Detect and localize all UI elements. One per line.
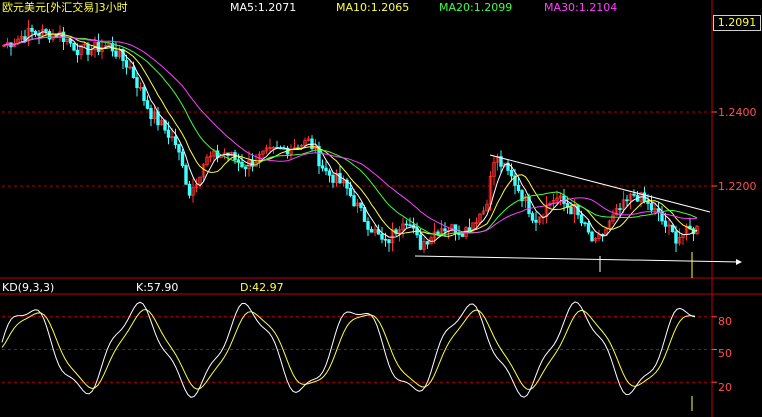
candle-body <box>404 223 409 226</box>
candle-body <box>460 233 465 237</box>
candle-body <box>30 27 34 32</box>
candle-body <box>243 166 248 170</box>
candle-body <box>408 224 412 227</box>
candle-body <box>47 30 52 40</box>
candle-body <box>331 174 335 183</box>
candle-body <box>418 234 423 250</box>
ma20-label: MA20:1.2099 <box>439 1 513 14</box>
ma10-line <box>3 32 698 237</box>
candle-body <box>359 202 363 208</box>
candle-body <box>44 29 48 32</box>
candle-body <box>467 227 472 232</box>
ma30-line <box>3 36 698 234</box>
candle-body <box>352 195 356 207</box>
candle-body <box>383 238 388 241</box>
candle-body <box>387 239 391 244</box>
support-trendline <box>414 255 741 263</box>
candle-body <box>569 206 573 215</box>
candle-body <box>187 183 192 196</box>
candle-body <box>366 221 370 230</box>
ma5-label: MA5:1.2071 <box>230 1 297 14</box>
candle-body <box>625 199 629 202</box>
candle-body <box>131 66 136 78</box>
candle-body <box>177 144 181 153</box>
candle-body <box>124 60 129 68</box>
candle-body <box>632 193 636 196</box>
candle-body <box>443 228 447 232</box>
candle-body <box>380 233 384 240</box>
candle-body <box>663 220 668 227</box>
candle-body <box>145 100 150 109</box>
ma10-label: MA10:1.2065 <box>336 1 410 14</box>
candle-body <box>670 224 675 233</box>
candle-body <box>166 129 171 138</box>
candle-body <box>33 31 38 35</box>
candle-body <box>534 219 538 223</box>
candle-body <box>362 207 367 222</box>
ma30-label: MA30:1.2104 <box>544 1 618 14</box>
candle-body <box>530 213 535 221</box>
candle-body <box>320 165 325 169</box>
ma20-line <box>3 36 698 235</box>
ma5-line <box>3 31 698 243</box>
candle-body <box>649 203 654 211</box>
candle-body <box>348 187 353 196</box>
candle-body <box>324 167 328 172</box>
y-tick-label: 1.2400 <box>718 106 757 119</box>
last-price-value: 1.2091 <box>717 16 757 29</box>
candle-body <box>509 170 514 177</box>
kd-indicator-name: KD(9,3,3) <box>2 281 55 294</box>
candle-body <box>338 172 342 184</box>
resistance-trendline <box>489 154 711 213</box>
candle-body <box>149 107 153 120</box>
kd-tick-label: 80 <box>718 315 732 328</box>
candle-body <box>180 151 185 166</box>
candle-body <box>114 50 118 57</box>
candle-body <box>425 241 430 245</box>
candle-body <box>327 170 332 176</box>
chart-title: 欧元美元[外汇交易]3小时 <box>2 1 128 14</box>
candle-body <box>590 231 594 242</box>
candle-body <box>516 184 521 191</box>
candle-body <box>674 231 678 244</box>
candle-body <box>135 77 139 89</box>
kd-d-value: D:42.97 <box>240 281 284 294</box>
candle-body <box>369 228 374 233</box>
candle-body <box>618 208 622 210</box>
trendline-arrowhead <box>736 259 742 265</box>
candle-body <box>586 222 591 233</box>
stock-chart-canvas[interactable] <box>0 0 762 417</box>
candle-body <box>579 214 584 224</box>
candle-body <box>72 42 76 51</box>
candle-body <box>75 49 80 56</box>
candle-body <box>184 165 188 185</box>
kd-tick-label: 20 <box>718 381 732 394</box>
last-price-badge: 1.2091 <box>713 15 761 31</box>
kd-tick-label: 50 <box>718 347 732 360</box>
candle-body <box>646 201 650 204</box>
candle-body <box>173 136 178 145</box>
candle-body <box>457 233 461 236</box>
y-tick-label: 1.2200 <box>718 180 757 193</box>
candle-body <box>660 212 664 222</box>
candle-body <box>583 222 587 225</box>
kd-k-value: K:57.90 <box>136 281 179 294</box>
candle-body <box>142 86 146 102</box>
